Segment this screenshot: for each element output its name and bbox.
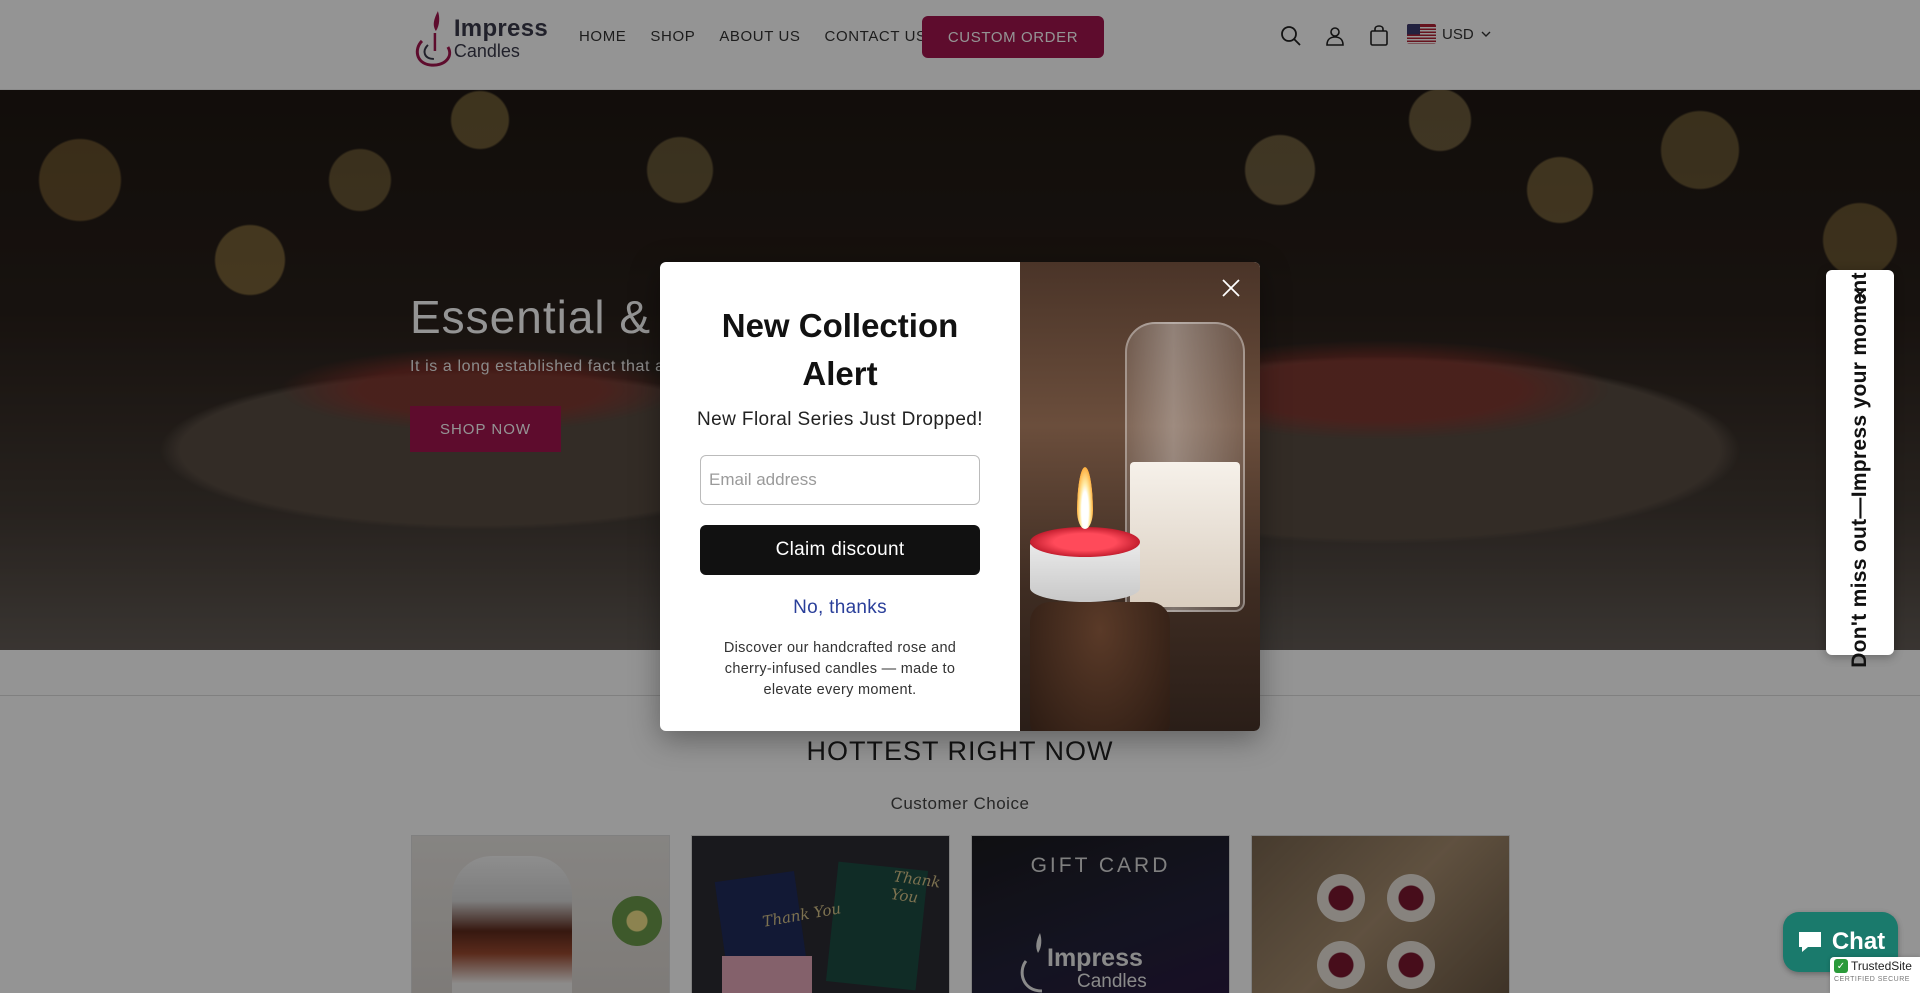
side-promo-tab[interactable]: Don't miss out—Impress your moment — [1826, 270, 1894, 668]
popup-description: Discover our handcrafted rose and cherry… — [723, 640, 957, 698]
popup-content: New Collection Alert New Floral Series J… — [660, 262, 1020, 731]
trustedsite-sub: CERTIFIED SECURE — [1834, 976, 1910, 983]
flame-icon — [1077, 467, 1093, 529]
side-tab-text: Don't miss out—Impress your moment — [1848, 272, 1871, 668]
jar-wax-image — [1130, 462, 1240, 607]
close-icon[interactable] — [1218, 275, 1244, 301]
check-icon: ✓ — [1834, 959, 1848, 973]
newsletter-popup: New Collection Alert New Floral Series J… — [660, 262, 1260, 731]
chat-label: Chat — [1831, 928, 1886, 955]
email-field[interactable] — [700, 455, 980, 505]
trustedsite-badge[interactable]: ✓ TrustedSite CERTIFIED SECURE — [1830, 957, 1920, 993]
trustedsite-name: TrustedSite — [1851, 959, 1912, 973]
no-thanks-link[interactable]: No, thanks — [660, 597, 1020, 619]
popup-title: New Collection Alert — [721, 307, 959, 392]
chat-bubble-icon — [1798, 932, 1821, 952]
red-candle-top — [1030, 527, 1140, 557]
candle-stand-image — [1030, 602, 1170, 731]
claim-discount-button[interactable]: Claim discount — [700, 525, 980, 575]
popup-candle-image — [1020, 262, 1260, 731]
popup-subtitle: New Floral Series Just Dropped! — [697, 409, 983, 430]
